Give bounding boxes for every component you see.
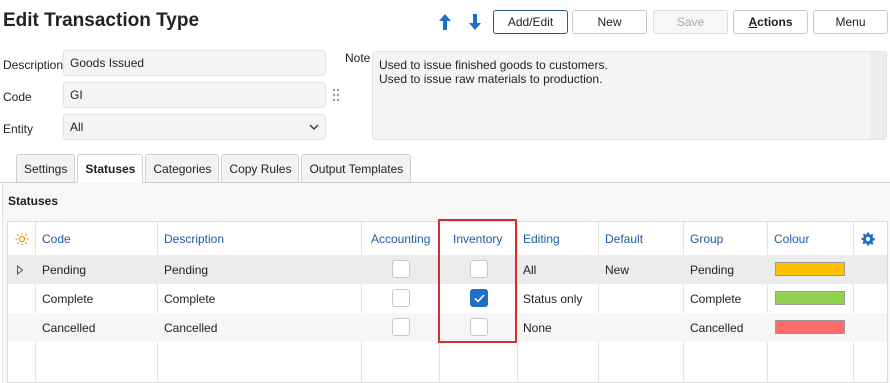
entity-select[interactable]: All xyxy=(63,114,326,140)
statuses-grid: Code Description Accounting Inventory Ed… xyxy=(7,221,888,383)
inventory-checkbox[interactable] xyxy=(470,260,488,278)
tab-copy-rules[interactable]: Copy Rules xyxy=(221,154,300,182)
description-field[interactable]: Goods Issued xyxy=(63,50,326,76)
move-down-button[interactable] xyxy=(465,11,485,33)
table-row[interactable]: Pending Pending All New Pending xyxy=(8,255,887,284)
column-header-default[interactable]: Default xyxy=(605,222,643,255)
arrow-down-icon xyxy=(469,14,481,30)
inventory-checkbox[interactable] xyxy=(470,318,488,336)
cell-editing: Status only xyxy=(523,291,583,306)
caret-right-icon xyxy=(17,264,24,275)
column-header-inventory[interactable]: Inventory xyxy=(453,222,502,255)
cell-code: Complete xyxy=(42,291,94,306)
colour-swatch[interactable] xyxy=(775,291,845,305)
cell-editing: All xyxy=(523,262,537,277)
column-header-description[interactable]: Description xyxy=(164,222,224,255)
sun-icon xyxy=(15,232,29,245)
actions-button[interactable]: Actions xyxy=(733,10,808,34)
accounting-checkbox[interactable] xyxy=(392,260,410,278)
add-edit-button[interactable]: Add/Edit xyxy=(493,10,568,34)
tab-settings[interactable]: Settings xyxy=(16,154,76,182)
description-label: Description xyxy=(3,58,64,72)
statuses-section-title: Statuses xyxy=(8,194,59,208)
new-button[interactable]: New xyxy=(572,10,647,34)
cell-group: Pending xyxy=(690,262,735,277)
drag-handle-icon xyxy=(332,88,340,102)
gear-icon xyxy=(861,232,875,245)
entity-label: Entity xyxy=(3,122,34,136)
checkmark-icon xyxy=(473,293,485,303)
cell-code: Cancelled xyxy=(42,320,96,335)
row-indicator xyxy=(16,255,24,284)
actions-label: ctions xyxy=(757,15,793,29)
column-header-group[interactable]: Group xyxy=(690,222,723,255)
colour-swatch[interactable] xyxy=(775,320,845,334)
inventory-checkbox[interactable] xyxy=(470,289,488,307)
cell-default: New xyxy=(605,262,630,277)
arrow-up-icon xyxy=(439,14,451,30)
entity-value: All xyxy=(70,120,84,134)
column-header-editing[interactable]: Editing xyxy=(523,222,560,255)
cell-description: Complete xyxy=(164,291,216,306)
tab-bar: Settings Statuses Categories Copy Rules … xyxy=(16,154,412,183)
column-header-code[interactable]: Code xyxy=(42,222,71,255)
colour-swatch[interactable] xyxy=(775,262,845,276)
cell-code: Pending xyxy=(42,262,87,277)
note-textarea[interactable]: Used to issue finished goods to customer… xyxy=(372,51,887,140)
tab-categories[interactable]: Categories xyxy=(145,154,220,182)
accounting-checkbox[interactable] xyxy=(392,318,410,336)
save-button[interactable]: Save xyxy=(653,10,728,34)
actions-mnemonic: A xyxy=(748,15,758,29)
cell-group: Complete xyxy=(690,291,742,306)
drag-handle[interactable] xyxy=(331,87,341,106)
page-title: Edit Transaction Type xyxy=(3,10,200,31)
table-row[interactable]: Cancelled Cancelled None Cancelled xyxy=(8,313,887,342)
cell-description: Cancelled xyxy=(164,320,218,335)
move-up-button[interactable] xyxy=(435,11,455,33)
cell-group: Cancelled xyxy=(690,320,744,335)
table-row[interactable]: Complete Complete Status only Complete xyxy=(8,284,887,313)
tab-statuses[interactable]: Statuses xyxy=(77,154,144,183)
column-header-colour[interactable]: Colour xyxy=(774,222,809,255)
note-label: Note xyxy=(345,51,371,65)
grid-options-button[interactable] xyxy=(8,222,36,255)
tab-output-templates[interactable]: Output Templates xyxy=(301,154,412,182)
code-label: Code xyxy=(3,90,32,104)
menu-button[interactable]: Menu xyxy=(813,10,888,34)
code-field[interactable]: GI xyxy=(63,82,326,108)
column-header-accounting[interactable]: Accounting xyxy=(371,222,430,255)
grid-settings-button[interactable] xyxy=(858,222,878,255)
accounting-checkbox[interactable] xyxy=(392,289,410,307)
note-line-2: Used to issue raw materials to productio… xyxy=(379,72,603,86)
cell-description: Pending xyxy=(164,262,209,277)
cell-editing: None xyxy=(523,320,552,335)
note-scrollbar[interactable] xyxy=(870,52,886,139)
chevron-down-icon xyxy=(309,124,319,130)
note-line-1: Used to issue finished goods to customer… xyxy=(379,58,608,72)
